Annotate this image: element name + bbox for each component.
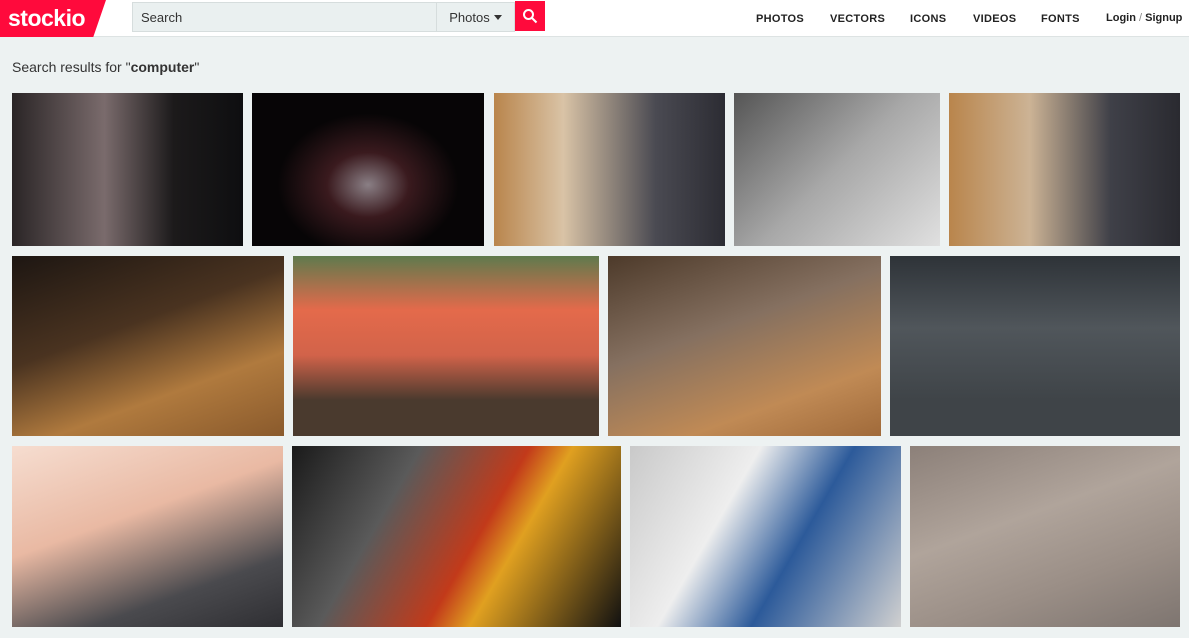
header: stockio Photos PHOTOS VECTORS ICONS VIDE… — [0, 0, 1189, 37]
search-bar: Photos — [132, 2, 515, 32]
result-image-laptop-dark[interactable] — [252, 93, 484, 246]
result-image-hands-typing[interactable] — [12, 446, 283, 627]
results-suffix: " — [194, 59, 200, 75]
results-heading: Search results for "computer" — [12, 59, 199, 75]
result-image-imac-deer[interactable] — [293, 256, 599, 436]
signup-link[interactable]: Signup — [1145, 12, 1182, 24]
search-button[interactable] — [515, 1, 545, 31]
result-image-desk-by-window[interactable] — [12, 93, 243, 246]
separator: / — [1139, 12, 1143, 24]
logo[interactable]: stockio — [0, 0, 106, 37]
result-image-laptop-blur-table[interactable] — [608, 256, 881, 436]
result-image-flatlay-desk[interactable] — [890, 256, 1180, 436]
auth-links: Login / Signup — [1106, 12, 1182, 24]
search-input[interactable] — [133, 9, 436, 25]
results-prefix: Search results for " — [12, 59, 131, 75]
result-image-laptop-topview[interactable] — [910, 446, 1180, 627]
nav-vectors[interactable]: VECTORS — [830, 13, 885, 25]
search-type-label: Photos — [449, 9, 490, 25]
nav-photos[interactable]: PHOTOS — [756, 13, 804, 25]
result-image-man-laptop-wood-2[interactable] — [949, 93, 1180, 246]
search-icon — [523, 9, 538, 24]
search-type-dropdown[interactable]: Photos — [436, 3, 514, 31]
nav-fonts[interactable]: FONTS — [1041, 13, 1080, 25]
caret-down-icon — [493, 14, 502, 20]
result-image-cables-pc[interactable] — [292, 446, 621, 627]
result-image-laptop-wooden-table[interactable] — [12, 256, 284, 436]
result-image-network-cabinet[interactable] — [630, 446, 901, 627]
nav-icons[interactable]: ICONS — [910, 13, 946, 25]
nav-videos[interactable]: VIDEOS — [973, 13, 1016, 25]
result-image-man-laptop-wood[interactable] — [494, 93, 725, 246]
results-query: computer — [130, 59, 195, 75]
login-link[interactable]: Login — [1106, 12, 1136, 24]
result-image-keyboard-mug-bw[interactable] — [734, 93, 940, 246]
